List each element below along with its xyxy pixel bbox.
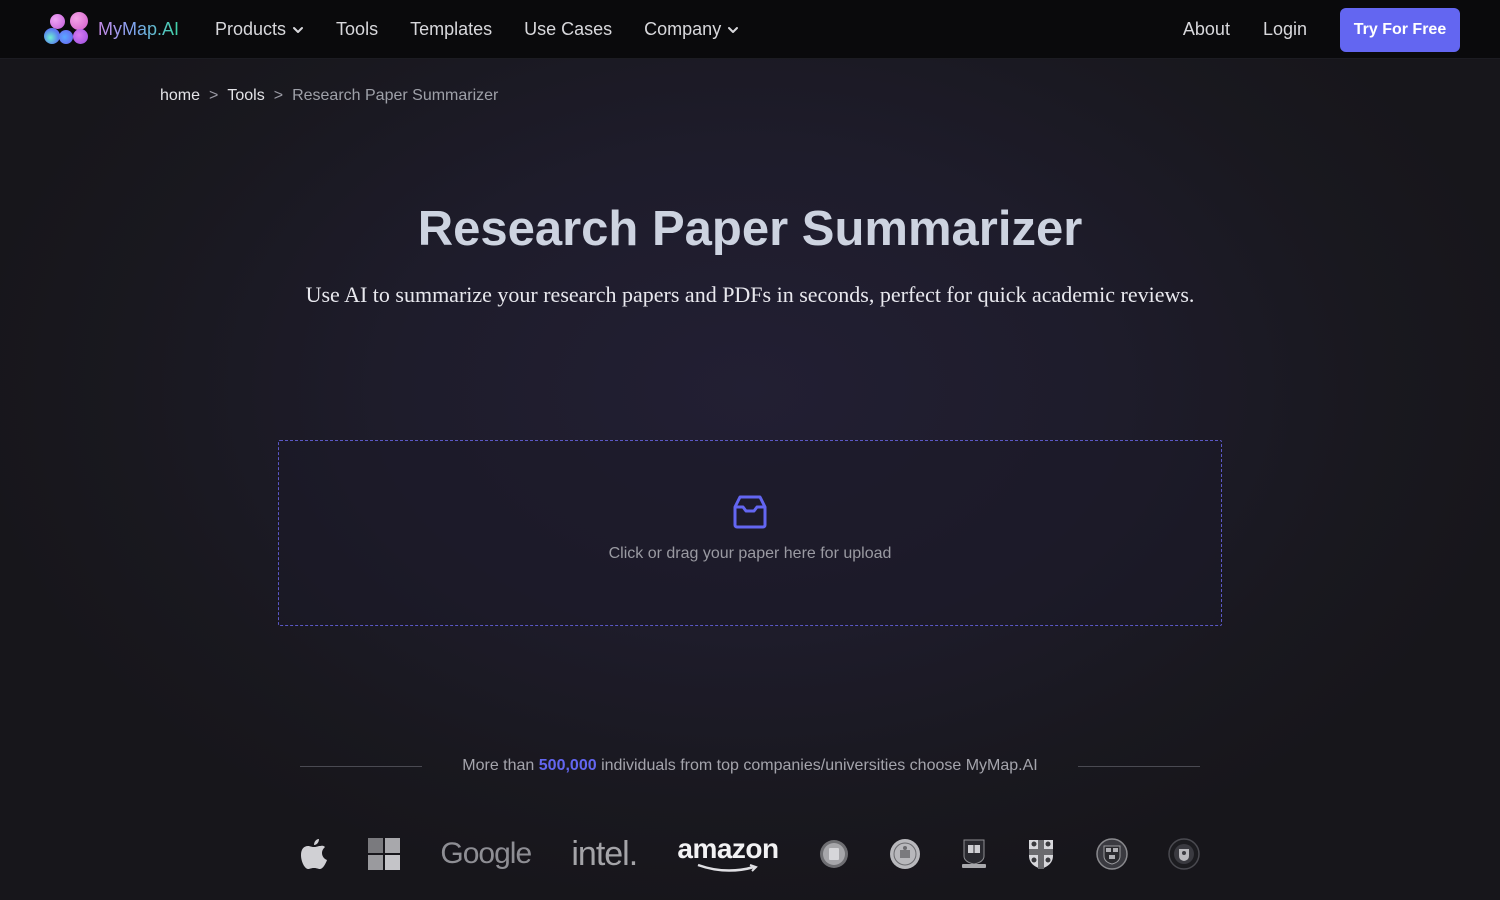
page-title: Research Paper Summarizer bbox=[417, 202, 1083, 256]
nav-products-label: Products bbox=[215, 19, 287, 39]
apple-logo-icon bbox=[300, 832, 328, 876]
social-proof-text: More than 500,000 individuals from top c… bbox=[422, 757, 1078, 775]
nav-tools-label: Tools bbox=[336, 19, 379, 39]
nav-use-cases-label: Use Cases bbox=[524, 19, 613, 39]
try-for-free-button[interactable]: Try For Free bbox=[1340, 7, 1460, 52]
nav-use-cases[interactable]: Use Cases bbox=[524, 19, 612, 40]
user-count: 500,000 bbox=[538, 757, 597, 774]
amazon-logo-text: amazon bbox=[677, 833, 779, 864]
breadcrumb-home[interactable]: home bbox=[160, 87, 200, 105]
inbox-icon bbox=[733, 495, 767, 529]
university-seal-3-icon bbox=[1168, 832, 1200, 876]
main-content: home > Tools > Research Paper Summarizer… bbox=[0, 59, 1500, 900]
customer-logos: Google intel. amazon bbox=[300, 832, 1200, 876]
amazon-smile-icon bbox=[697, 863, 758, 872]
divider-left bbox=[300, 765, 422, 767]
main-nav: Products Tools Templates Use Cases Compa… bbox=[215, 0, 771, 59]
nav-company[interactable]: Company bbox=[644, 19, 739, 40]
login-link[interactable]: Login bbox=[1263, 19, 1307, 40]
file-upload-dropzone[interactable]: Click or drag your paper here for upload bbox=[278, 440, 1222, 626]
microsoft-logo-icon bbox=[368, 832, 401, 876]
breadcrumb: home > Tools > Research Paper Summarizer bbox=[160, 87, 498, 105]
harvard-seal-icon bbox=[1095, 832, 1128, 876]
nav-actions: About Login Try For Free bbox=[1150, 0, 1460, 59]
brand-logo-link[interactable]: MyMap.AI bbox=[44, 11, 179, 47]
chevron-down-icon bbox=[728, 26, 739, 33]
page-subtitle: Use AI to summarize your research papers… bbox=[305, 282, 1195, 307]
cambridge-shield-icon bbox=[1027, 832, 1055, 876]
social-proof: More than 500,000 individuals from top c… bbox=[300, 756, 1200, 776]
breadcrumb-separator: > bbox=[209, 87, 219, 104]
breadcrumb-tools[interactable]: Tools bbox=[227, 87, 264, 105]
top-navbar: MyMap.AI Products Tools Templates Use Ca… bbox=[0, 0, 1500, 59]
nav-company-label: Company bbox=[644, 19, 722, 39]
intel-logo: intel. bbox=[571, 832, 638, 876]
nav-tools[interactable]: Tools bbox=[336, 19, 378, 40]
divider-right bbox=[1078, 765, 1200, 767]
nav-templates[interactable]: Templates bbox=[410, 19, 492, 40]
google-logo: Google bbox=[440, 832, 532, 876]
nav-templates-label: Templates bbox=[410, 19, 493, 39]
upload-instructions: Click or drag your paper here for upload bbox=[608, 545, 892, 562]
breadcrumb-current: Research Paper Summarizer bbox=[292, 87, 499, 104]
social-proof-prefix: More than bbox=[462, 757, 535, 774]
breadcrumb-separator: > bbox=[273, 87, 284, 104]
university-seal-1-icon bbox=[819, 832, 849, 876]
amazon-logo: amazon bbox=[677, 832, 779, 876]
brand-logo-icon bbox=[44, 11, 90, 47]
brand-name: MyMap.AI bbox=[98, 18, 180, 39]
nav-products[interactable]: Products bbox=[215, 19, 304, 40]
university-seal-2-icon bbox=[889, 832, 921, 876]
intel-logo-text: intel. bbox=[571, 834, 638, 873]
google-logo-text: Google bbox=[440, 837, 532, 870]
yale-shield-icon bbox=[961, 832, 987, 876]
nav-about[interactable]: About bbox=[1183, 19, 1230, 40]
social-proof-suffix: individuals from top companies/universit… bbox=[601, 757, 1038, 774]
chevron-down-icon bbox=[293, 26, 304, 33]
